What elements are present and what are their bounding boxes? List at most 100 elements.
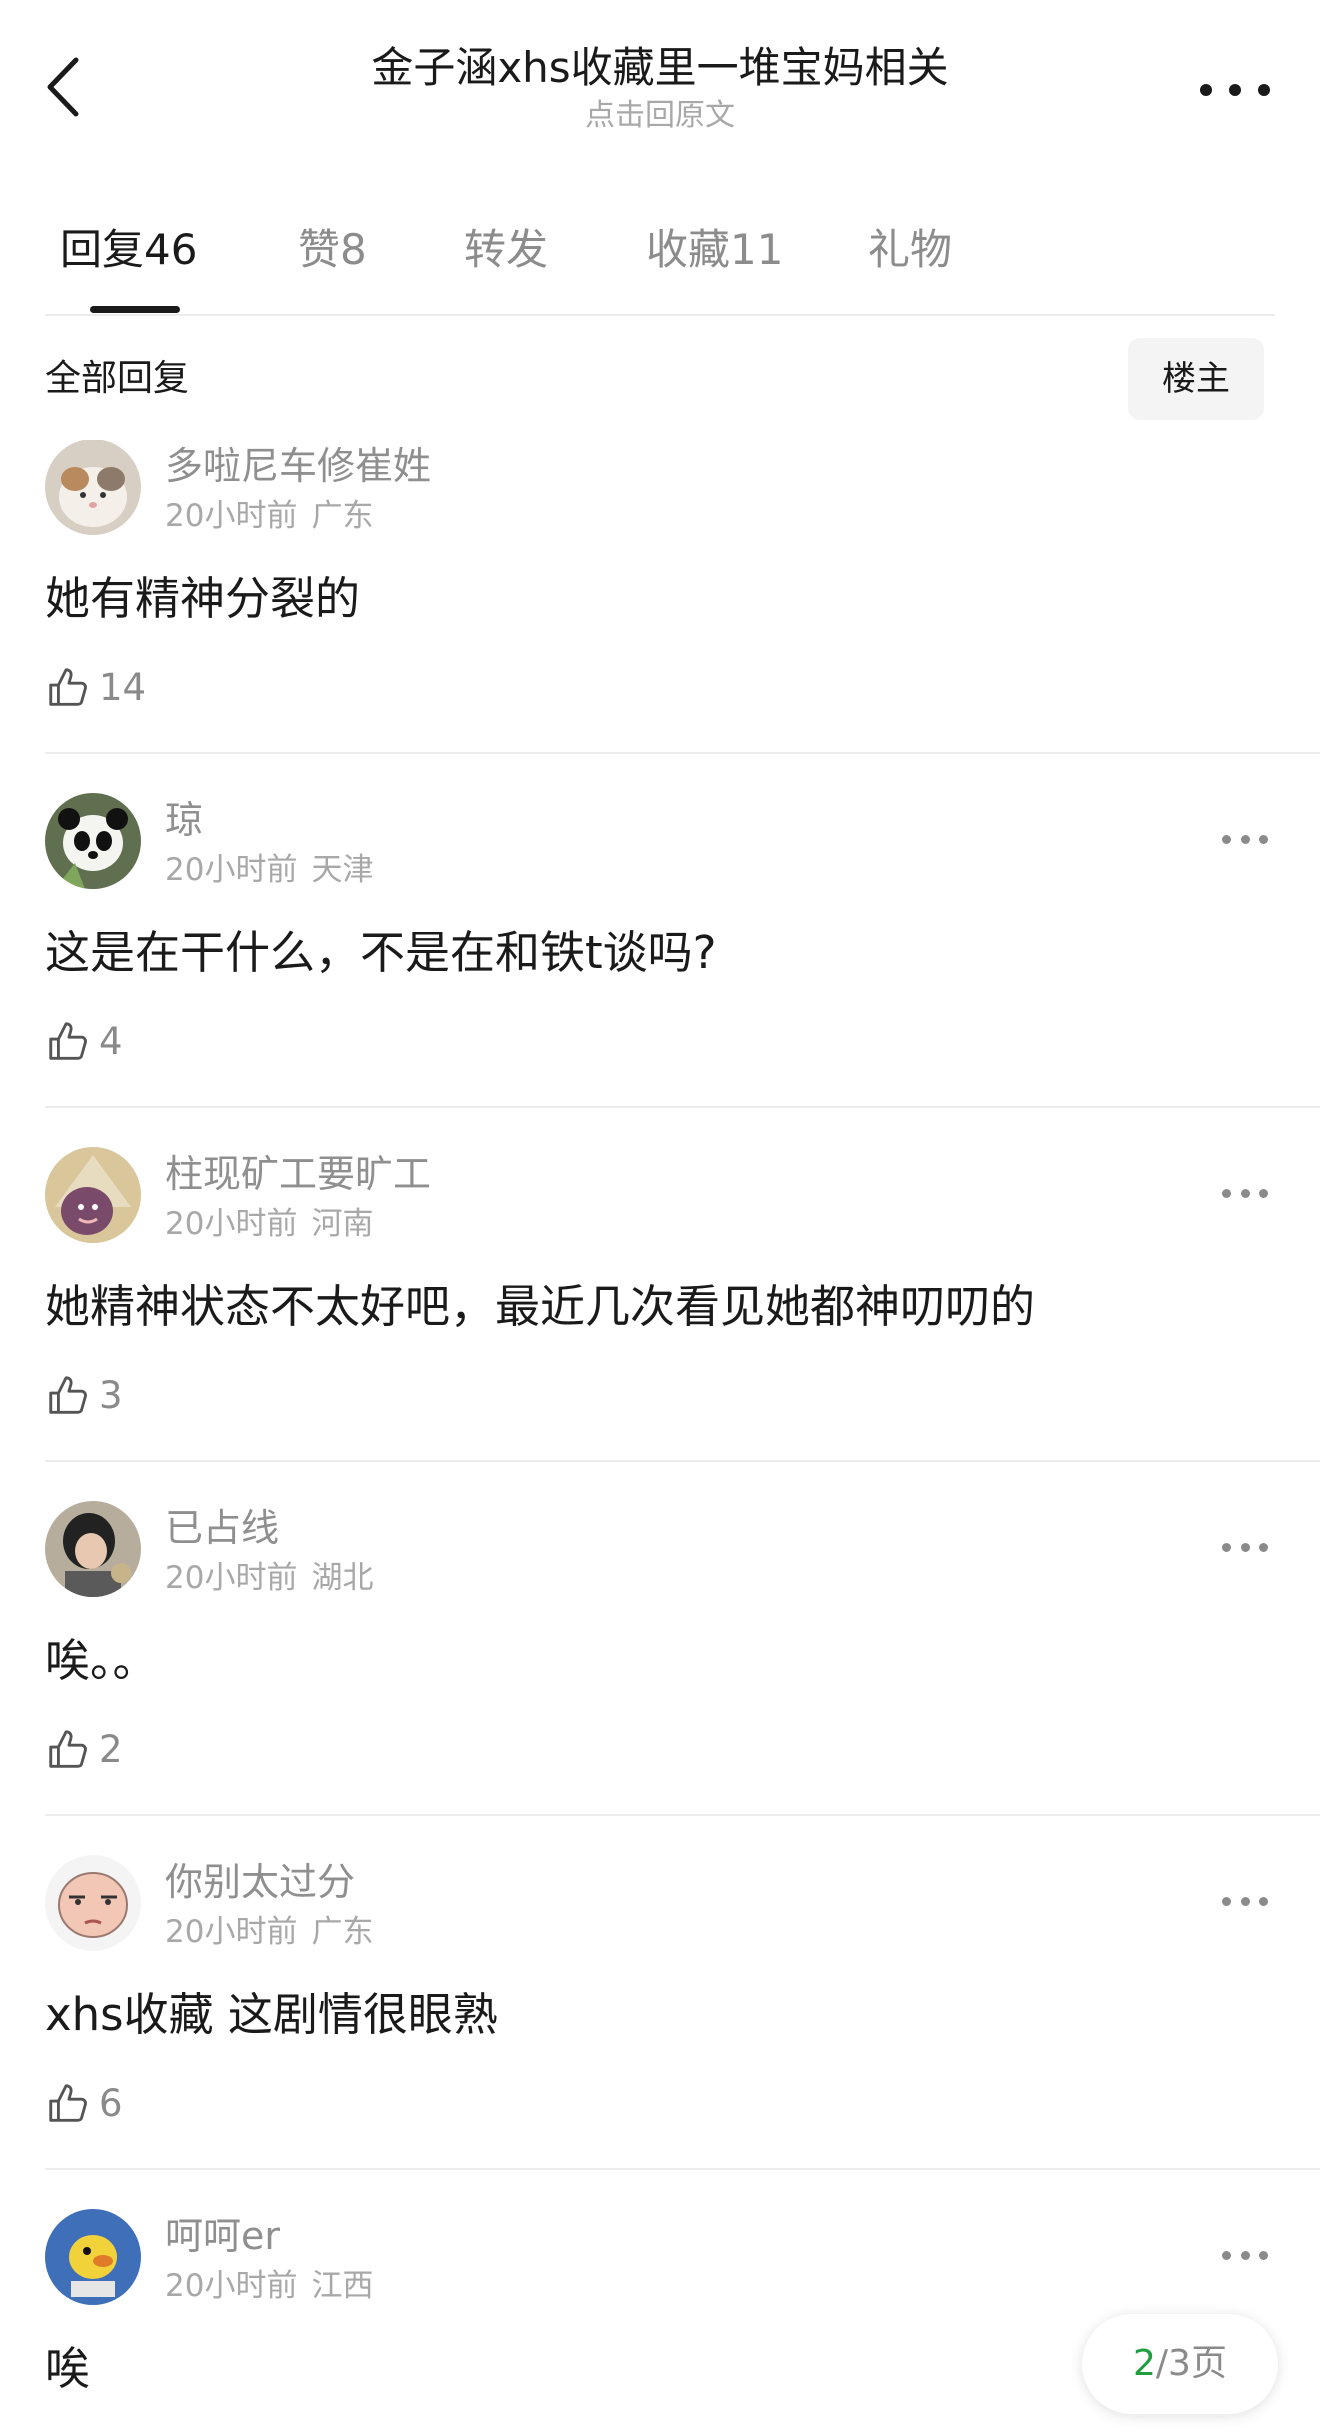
thumbs-up-icon — [49, 2084, 87, 2122]
comment-item: 多啦尼车修崔姓 20小时前 广东 她有精神分裂的 14 — [0, 440, 1320, 754]
tab-reposts[interactable]: 转发 — [464, 222, 548, 278]
username[interactable]: 你别太过分 — [165, 1858, 355, 1906]
thumbs-up-icon — [49, 1022, 87, 1060]
tab-replies[interactable]: 回复46 — [60, 222, 197, 278]
comment-meta: 20小时前 天津 — [165, 850, 373, 890]
comment-text[interactable]: 唉 — [45, 2338, 90, 2400]
avatar[interactable] — [45, 1501, 141, 1597]
comment-meta: 20小时前 湖北 — [165, 1558, 373, 1598]
comment-time: 20小时前 — [165, 1206, 298, 1242]
comment-more-button[interactable] — [1222, 1186, 1268, 1200]
tab-favorites[interactable]: 收藏11 — [646, 222, 783, 278]
comment-region: 江西 — [311, 2268, 374, 2304]
tabs-divider — [45, 314, 1275, 316]
username[interactable]: 多啦尼车修崔姓 — [165, 442, 431, 490]
more-dot-icon — [1259, 834, 1268, 844]
like-button[interactable] — [45, 2432, 91, 2436]
op-only-button[interactable]: 楼主 — [1128, 338, 1264, 420]
comment-list[interactable]: 多啦尼车修崔姓 20小时前 广东 她有精神分裂的 14 琼 20小时前 天津 这… — [0, 440, 1320, 2436]
title-area[interactable]: 金子涵xhs收藏里一堆宝妈相关 点击回原文 — [300, 40, 1020, 136]
cartoon-avatar-icon — [45, 1147, 141, 1243]
avatar[interactable] — [45, 793, 141, 889]
comment-region: 湖北 — [311, 1560, 374, 1596]
comment-region: 广东 — [311, 498, 374, 534]
more-options-button[interactable] — [1200, 70, 1270, 110]
like-button[interactable]: 14 — [45, 662, 146, 712]
total-pages: /3页 — [1155, 2343, 1227, 2384]
comment-meta: 20小时前 河南 — [165, 1204, 373, 1244]
avatar[interactable] — [45, 1855, 141, 1951]
photo-avatar-icon — [45, 1501, 141, 1597]
tab-gifts[interactable]: 礼物 — [868, 222, 952, 278]
username[interactable]: 柱现矿工要旷工 — [165, 1150, 431, 1198]
more-dot-icon — [1240, 1896, 1250, 1906]
back-to-original-link[interactable]: 点击回原文 — [300, 96, 1020, 136]
comment-time: 20小时前 — [165, 1914, 298, 1950]
back-button[interactable] — [40, 52, 90, 122]
more-dot-icon — [1222, 2250, 1231, 2260]
like-button[interactable]: 3 — [45, 1370, 123, 1420]
tab-label: 回复 — [60, 225, 145, 274]
more-dot-icon — [1259, 2250, 1268, 2260]
tab-label: 礼物 — [868, 225, 953, 274]
comment-more-button[interactable] — [1222, 1540, 1268, 1554]
thumbs-up-icon — [49, 1730, 87, 1768]
more-dot-icon — [1240, 1542, 1250, 1552]
comment-text[interactable]: 她有精神分裂的 — [45, 568, 360, 630]
comment-meta: 20小时前 江西 — [165, 2266, 373, 2306]
tab-count: 8 — [340, 225, 367, 274]
more-dot-icon — [1259, 1896, 1268, 1906]
username[interactable]: 琼 — [165, 796, 203, 844]
comment-more-button[interactable] — [1222, 2248, 1268, 2262]
comment-item: 柱现矿工要旷工 20小时前 河南 她精神状态不太好吧，最近几次看见她都神叨叨的 3 — [0, 1108, 1320, 1462]
like-button[interactable]: 2 — [45, 1724, 123, 1774]
comment-item: 已占线 20小时前 湖北 唉。。 2 — [0, 1462, 1320, 1816]
like-button[interactable]: 6 — [45, 2078, 123, 2128]
like-button[interactable]: 4 — [45, 1016, 123, 1066]
comment-region: 广东 — [311, 1914, 374, 1950]
username[interactable]: 已占线 — [165, 1504, 279, 1552]
like-count: 2 — [99, 1727, 123, 1771]
more-dot-icon — [1240, 834, 1250, 844]
page-indicator[interactable]: 2/3页 — [1082, 2314, 1278, 2414]
more-dot-icon — [1240, 1188, 1250, 1198]
tab-label: 转发 — [464, 225, 549, 274]
chevron-left-icon — [47, 57, 79, 117]
like-count: 3 — [99, 1373, 123, 1417]
comment-time: 20小时前 — [165, 2268, 298, 2304]
comment-region: 河南 — [311, 1206, 374, 1242]
thread-title: 金子涵xhs收藏里一堆宝妈相关 — [371, 43, 949, 92]
comment-text[interactable]: 她精神状态不太好吧，最近几次看见她都神叨叨的 — [45, 1276, 1035, 1338]
more-dot-icon — [1222, 1542, 1231, 1552]
more-dot-icon — [1229, 84, 1241, 96]
more-dot-icon — [1259, 1188, 1268, 1198]
comment-time: 20小时前 — [165, 1560, 298, 1596]
comment-item: 琼 20小时前 天津 这是在干什么，不是在和铁t谈吗? 4 — [0, 754, 1320, 1108]
comment-text[interactable]: 这是在干什么，不是在和铁t谈吗? — [45, 922, 717, 984]
comment-more-button[interactable] — [1222, 832, 1268, 846]
tab-bar: 回复46 赞8 转发 收藏11 礼物 — [0, 200, 1320, 316]
comment-time: 20小时前 — [165, 852, 298, 888]
cat-avatar-icon — [45, 440, 141, 535]
avatar[interactable] — [45, 440, 141, 535]
more-dot-icon — [1222, 1188, 1231, 1198]
avatar[interactable] — [45, 2209, 141, 2305]
tab-count: 11 — [730, 225, 784, 274]
duck-avatar-icon — [45, 2209, 141, 2305]
tab-label: 赞 — [298, 225, 341, 274]
header: 金子涵xhs收藏里一堆宝妈相关 点击回原文 — [0, 0, 1320, 150]
username[interactable]: 呵呵er — [165, 2212, 280, 2260]
comment-more-button[interactable] — [1222, 1894, 1268, 1908]
comment-text[interactable]: xhs收藏 这剧情很眼熟 — [45, 1984, 498, 2046]
app: 金子涵xhs收藏里一堆宝妈相关 点击回原文 回复46 赞8 转发 收藏11 礼物… — [0, 0, 1320, 2436]
like-count: 4 — [99, 1019, 123, 1063]
comment-time: 20小时前 — [165, 498, 298, 534]
comment-text[interactable]: 唉。。 — [45, 1630, 158, 1692]
tab-likes[interactable]: 赞8 — [298, 222, 367, 278]
more-dot-icon — [1200, 84, 1212, 96]
more-dot-icon — [1222, 834, 1231, 844]
current-page: 2 — [1133, 2343, 1156, 2384]
comment-meta: 20小时前 广东 — [165, 496, 373, 536]
thumbs-up-icon — [49, 1376, 87, 1414]
avatar[interactable] — [45, 1147, 141, 1243]
